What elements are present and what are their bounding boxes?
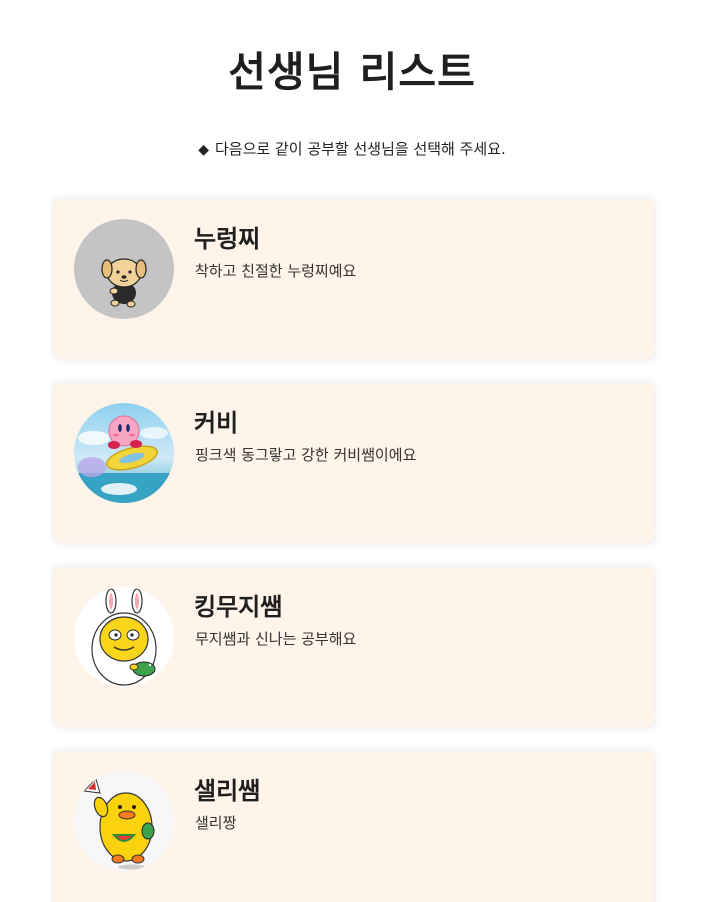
teacher-name: 누렁찌 <box>194 225 261 253</box>
teacher-card-nureongjji[interactable]: 누렁찌 착하고 친절한 누렁찌예요 <box>54 199 654 359</box>
sally-icon <box>74 771 174 871</box>
teacher-description: 착하고 친절한 누렁찌예요 <box>195 262 357 280</box>
puppy-icon <box>74 219 174 319</box>
kirby-icon <box>74 403 174 503</box>
teacher-card-king-muzi[interactable]: 킹무지쌤 무지쌤과 신나는 공부해요 <box>54 567 654 727</box>
teacher-card-kirby[interactable]: 커비 핑크색 동그랗고 강한 커비쌤이에요 <box>54 383 654 543</box>
teacher-name: 킹무지쌤 <box>194 593 283 621</box>
muzi-icon <box>74 587 174 687</box>
teacher-name: 커비 <box>194 409 239 437</box>
teacher-card-sally[interactable]: 샐리쌤 샐리짱 <box>54 751 654 902</box>
teacher-list-page: 선생님 리스트 ◆ 다음으로 같이 공부할 선생님을 선택해 주세요. 누렁찌 … <box>0 0 704 902</box>
instruction-text: ◆ 다음으로 같이 공부할 선생님을 선택해 주세요. <box>0 138 704 159</box>
instruction-label: 다음으로 같이 공부할 선생님을 선택해 주세요. <box>214 140 506 158</box>
page-title: 선생님 리스트 <box>228 48 476 96</box>
teacher-description: 핑크색 동그랗고 강한 커비쌤이에요 <box>195 446 417 464</box>
teacher-name: 샐리쌤 <box>194 777 261 805</box>
teacher-description: 무지쌤과 신나는 공부해요 <box>195 630 357 648</box>
diamond-icon: ◆ <box>198 142 209 158</box>
teacher-description: 샐리짱 <box>195 814 237 832</box>
